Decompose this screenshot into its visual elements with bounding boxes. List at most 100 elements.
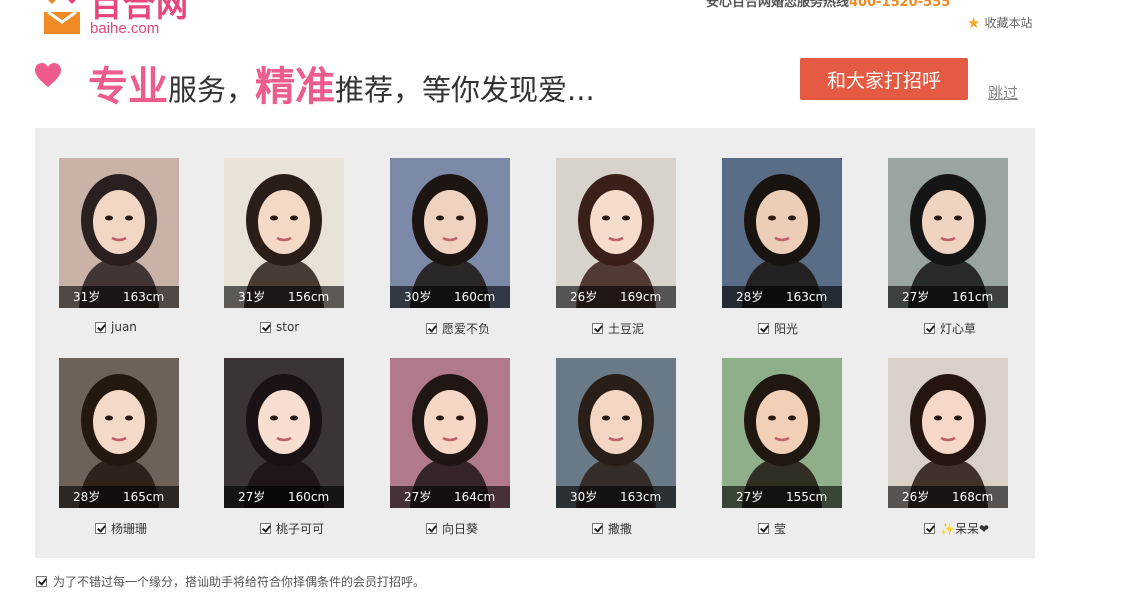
profile-select-checkbox[interactable]: [592, 523, 603, 534]
profile-nickname: ✨呆呆❤: [940, 522, 989, 536]
profile-meta-bar: 27岁 160cm: [224, 486, 344, 508]
profile-meta-bar: 26岁 169cm: [556, 286, 676, 308]
profile-age: 26岁: [902, 490, 930, 504]
profile-meta-bar: 27岁 161cm: [888, 286, 1008, 308]
profile-meta-bar: 27岁 164cm: [390, 486, 510, 508]
skip-link[interactable]: 跳过: [988, 82, 1018, 103]
slogan-text-1: 服务，: [168, 73, 256, 107]
profile-nickname: 桃子可可: [276, 522, 325, 536]
hotline-number: 400-1520-555: [849, 0, 951, 10]
profile-age: 31岁: [73, 290, 101, 304]
slogan-highlight-1: 专业: [88, 64, 168, 110]
profile-card[interactable]: 26岁 168cm ✨呆呆❤: [888, 358, 1008, 536]
profile-photo[interactable]: 31岁 163cm: [59, 158, 179, 308]
profile-card[interactable]: 27岁 155cm 莹: [722, 358, 842, 536]
profile-select-row[interactable]: juan: [95, 320, 137, 334]
hotline: 安心百合网婚恋服务热线400-1520-555: [706, 0, 950, 10]
profile-height: 168cm: [952, 490, 994, 504]
page-slogan: 专业服务，精准推荐，等你发现爱...: [88, 54, 595, 112]
profile-select-row[interactable]: 向日葵: [426, 520, 478, 537]
profile-age: 28岁: [736, 290, 764, 304]
profile-photo[interactable]: 28岁 163cm: [722, 158, 842, 308]
profile-select-checkbox[interactable]: [924, 323, 935, 334]
profile-select-checkbox[interactable]: [592, 323, 603, 334]
profile-select-checkbox[interactable]: [95, 523, 106, 534]
recommended-profiles-panel: 31岁 163cm juan 31岁 156cm stor 30岁 160cm 愿爱不负 26岁 1…: [35, 128, 1035, 558]
profile-photo[interactable]: 27岁 161cm: [888, 158, 1008, 308]
profile-card[interactable]: 27岁 161cm 灯心草: [888, 158, 1008, 336]
profile-age: 30岁: [570, 490, 598, 504]
profile-height: 165cm: [123, 490, 165, 504]
greet-everyone-button[interactable]: 和大家打招呼: [800, 58, 968, 100]
consent-checkbox[interactable]: [36, 576, 47, 587]
profile-card[interactable]: 28岁 163cm 阳光: [722, 158, 842, 336]
profile-select-row[interactable]: ✨呆呆❤: [924, 520, 989, 537]
profile-photo[interactable]: 30岁 163cm: [556, 358, 676, 508]
profile-nickname: 土豆泥: [608, 322, 645, 336]
profile-select-checkbox[interactable]: [260, 523, 271, 534]
profile-nickname: stor: [276, 320, 300, 334]
profile-card[interactable]: 26岁 169cm 土豆泥: [556, 158, 676, 336]
profile-meta-bar: 31岁 156cm: [224, 286, 344, 308]
profile-meta-bar: 28岁 165cm: [59, 486, 179, 508]
profile-nickname: 莹: [774, 522, 787, 536]
profile-select-row[interactable]: 阳光: [758, 320, 798, 337]
profile-select-row[interactable]: stor: [260, 320, 299, 334]
logo-text-en: baihe.com: [90, 20, 160, 37]
profile-select-row[interactable]: 撒撒: [592, 520, 632, 537]
profile-meta-bar: 30岁 160cm: [390, 286, 510, 308]
profile-card[interactable]: 30岁 160cm 愿爱不负: [390, 158, 510, 336]
profile-select-row[interactable]: 杨珊珊: [95, 520, 147, 537]
profile-card[interactable]: 27岁 160cm 桃子可可: [224, 358, 344, 536]
profile-height: 160cm: [288, 490, 330, 504]
profile-card[interactable]: 31岁 163cm juan: [59, 158, 179, 334]
profile-photo[interactable]: 27岁 164cm: [390, 358, 510, 508]
auto-greet-consent[interactable]: 为了不错过每一个缘分，搭讪助手将给符合你择偶条件的会员打招呼。: [36, 573, 425, 590]
profile-nickname: juan: [111, 320, 137, 334]
heart-icon: [35, 63, 61, 87]
profile-photo[interactable]: 27岁 160cm: [224, 358, 344, 508]
profile-card[interactable]: 28岁 165cm 杨珊珊: [59, 358, 179, 536]
profile-age: 27岁: [404, 490, 432, 504]
profile-nickname: 向日葵: [442, 522, 479, 536]
favorite-site-link[interactable]: ★ 收藏本站: [967, 14, 1032, 31]
profile-select-checkbox[interactable]: [426, 323, 437, 334]
profile-photo[interactable]: 26岁 168cm: [888, 358, 1008, 508]
profile-select-checkbox[interactable]: [758, 523, 769, 534]
profile-select-checkbox[interactable]: [95, 321, 106, 333]
profile-select-row[interactable]: 愿爱不负: [426, 320, 490, 337]
profile-meta-bar: 26岁 168cm: [888, 486, 1008, 508]
profile-photo[interactable]: 30岁 160cm: [390, 158, 510, 308]
profile-meta-bar: 30岁 163cm: [556, 486, 676, 508]
slogan-highlight-2: 精准: [255, 64, 336, 110]
star-icon: ★: [967, 13, 981, 32]
profile-select-checkbox[interactable]: [924, 523, 935, 534]
profile-height: 155cm: [786, 490, 828, 504]
profile-select-checkbox[interactable]: [260, 321, 271, 333]
profile-select-row[interactable]: 土豆泥: [592, 320, 644, 337]
profile-select-row[interactable]: 莹: [758, 520, 786, 537]
profile-photo[interactable]: 26岁 169cm: [556, 158, 676, 308]
favorite-label: 收藏本站: [984, 16, 1033, 30]
profile-select-checkbox[interactable]: [426, 523, 437, 534]
profile-meta-bar: 28岁 163cm: [722, 286, 842, 308]
profile-photo[interactable]: 28岁 165cm: [59, 358, 179, 508]
profile-nickname: 阳光: [774, 322, 799, 336]
profile-height: 156cm: [288, 290, 330, 304]
hotline-label: 安心百合网婚恋服务热线: [706, 0, 850, 10]
profile-age: 30岁: [404, 290, 432, 304]
profile-height: 164cm: [454, 490, 496, 504]
profile-select-row[interactable]: 灯心草: [924, 320, 976, 337]
profile-height: 161cm: [952, 290, 994, 304]
profile-card[interactable]: 27岁 164cm 向日葵: [390, 358, 510, 536]
profile-photo[interactable]: 31岁 156cm: [224, 158, 344, 308]
profile-card[interactable]: 30岁 163cm 撒撒: [556, 358, 676, 536]
consent-text: 为了不错过每一个缘分，搭讪助手将给符合你择偶条件的会员打招呼。: [53, 575, 426, 589]
profile-age: 26岁: [570, 290, 598, 304]
profile-photo[interactable]: 27岁 155cm: [722, 358, 842, 508]
profile-select-checkbox[interactable]: [758, 323, 769, 334]
profile-select-row[interactable]: 桃子可可: [260, 520, 324, 537]
profile-card[interactable]: 31岁 156cm stor: [224, 158, 344, 334]
profile-nickname: 愿爱不负: [442, 322, 491, 336]
slogan-text-2: 推荐，等你发现爱...: [335, 73, 595, 107]
